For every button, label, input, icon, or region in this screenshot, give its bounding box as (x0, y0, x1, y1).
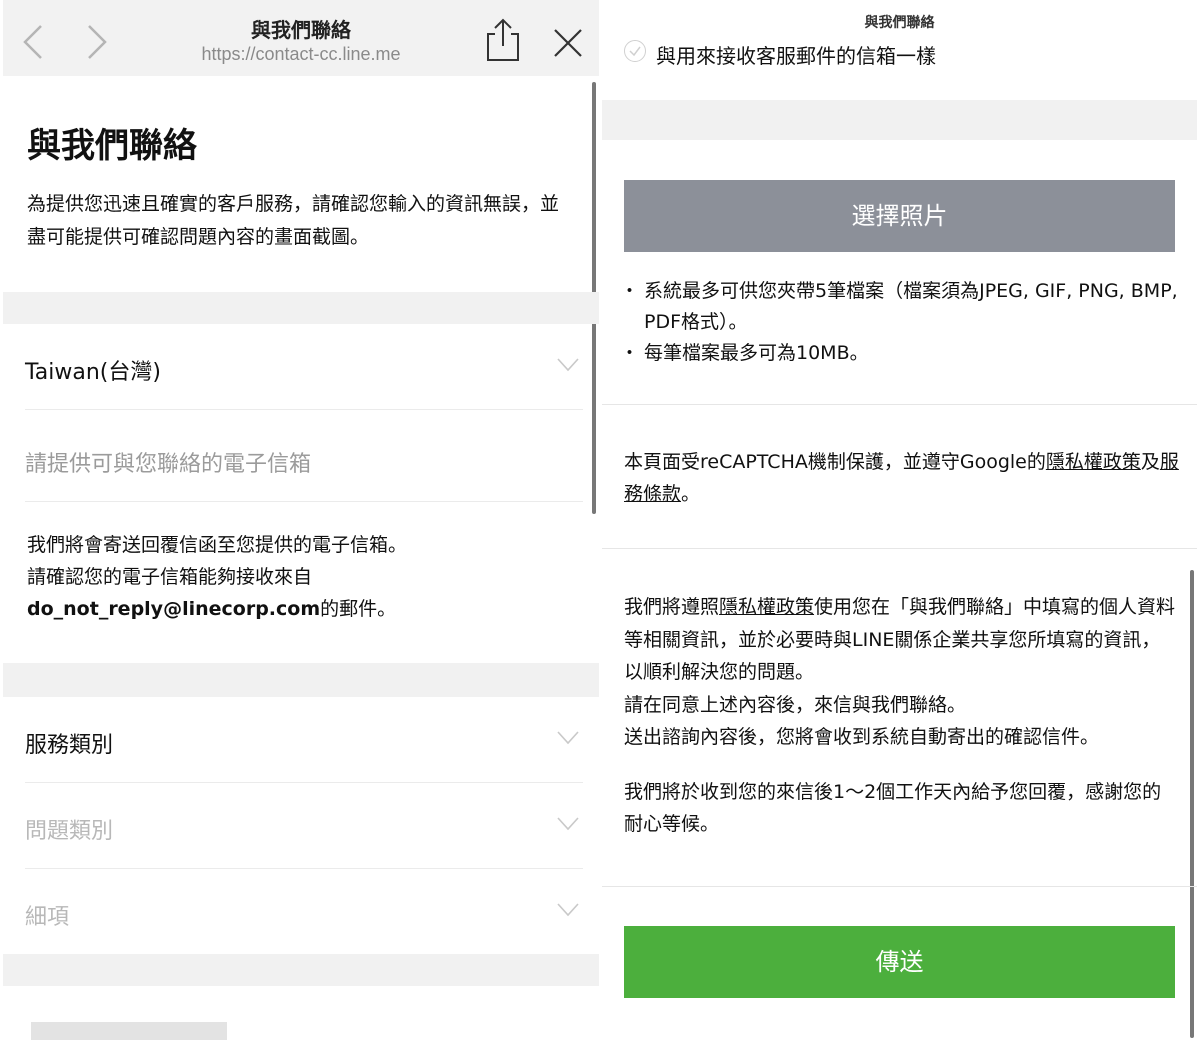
blurred-content (31, 1022, 227, 1040)
chevron-down-icon (557, 817, 579, 831)
privacy-policy-link[interactable]: 隱私權政策 (1046, 451, 1141, 473)
send-button[interactable]: 傳送 (624, 926, 1175, 998)
policy-privacy-link[interactable]: 隱私權政策 (719, 596, 814, 618)
reply-email: do_not_reply@linecorp.com (27, 598, 321, 620)
reply-note: 我們將會寄送回覆信函至您提供的電子信箱。 請確認您的電子信箱能夠接收來自 do_… (27, 529, 587, 625)
select-photo-button[interactable]: 選擇照片 (624, 180, 1175, 252)
email-placeholder: 請提供可與您聯絡的電子信箱 (25, 452, 312, 477)
recaptcha-and: 及 (1140, 451, 1160, 473)
file-notes: 系統最多可供您夾帶5筆檔案（檔案須為JPEG, GIF, PNG, BMP, P… (620, 276, 1188, 369)
policy-paragraph: 我們將遵照隱私權政策使用您在「與我們聯絡」中填寫的個人資料等相關資訊，並於必要時… (624, 591, 1179, 689)
detail-label: 細項 (25, 905, 70, 930)
browser-title-small: 與我們聯絡 (864, 15, 935, 31)
close-icon[interactable] (547, 18, 587, 64)
chevron-down-icon (557, 731, 579, 745)
right-screen: 與我們聯絡 與用來接收客服郵件的信箱一樣 選擇照片 系統最多可供您夾帶5筆檔案（… (602, 0, 1197, 1040)
left-screen: 與我們聯絡 https://contact-cc.line.me 與我們聯絡 為… (3, 0, 599, 1040)
email-field[interactable]: 請提供可與您聯絡的電子信箱 (25, 416, 583, 502)
country-select[interactable]: Taiwan(台灣) (25, 324, 583, 410)
recaptcha-prefix: 本頁面受reCAPTCHA機制保護，並遵守Google的 (624, 451, 1046, 473)
file-note-formats: 系統最多可供您夾帶5筆檔案（檔案須為JPEG, GIF, PNG, BMP, P… (620, 276, 1188, 338)
recaptcha-notice: 本頁面受reCAPTCHA機制保護，並遵守Google的隱私權政策及服務條款。 (624, 446, 1179, 510)
issue-category-select[interactable]: 問題類別 (25, 783, 583, 869)
policy-prefix: 我們將遵照 (624, 596, 720, 618)
page-title: 與我們聯絡 (27, 126, 197, 166)
section-divider (3, 663, 599, 697)
browser-header: 與我們聯絡 與用來接收客服郵件的信箱一樣 (602, 0, 1197, 100)
privacy-statement: 我們將遵照隱私權政策使用您在「與我們聯絡」中填寫的個人資料等相關資訊，並於必要時… (624, 591, 1179, 841)
policy-agree-line: 請在同意上述內容後，來信與我們聯絡。 (624, 693, 967, 716)
chevron-down-icon (557, 358, 579, 372)
reply-note-line2: 請確認您的電子信箱能夠接收來自 (27, 566, 313, 588)
reply-time-note: 我們將於收到您的來信後1～2個工作天內給予您回覆，感謝您的耐心等候。 (624, 780, 1162, 836)
policy-confirm-line: 送出諮詢內容後，您將會收到系統自動寄出的確認信件。 (624, 726, 1100, 748)
recaptcha-suffix: 。 (681, 483, 701, 505)
reply-note-suffix: 的郵件。 (320, 598, 397, 620)
reply-note-line3: do_not_reply@linecorp.com的郵件。 (27, 593, 587, 625)
separator (602, 548, 1197, 549)
browser-toolbar: 與我們聯絡 https://contact-cc.line.me (3, 0, 599, 76)
reply-note-line1: 我們將會寄送回覆信函至您提供的電子信箱。 (27, 534, 408, 556)
same-email-checkbox[interactable] (624, 40, 646, 62)
chevron-down-icon (557, 903, 579, 917)
issue-category-label: 問題類別 (25, 819, 114, 844)
section-divider (602, 100, 1197, 140)
intro-text: 為提供您迅速且確實的客戶服務，請確認您輸入的資訊無誤，並盡可能提供可確認問題內容… (27, 193, 560, 248)
separator (602, 886, 1197, 887)
share-icon[interactable] (483, 18, 523, 64)
service-category-select[interactable]: 服務類別 (25, 697, 583, 783)
file-note-size: 每筆檔案最多可為10MB。 (620, 338, 1188, 369)
scrollbar[interactable] (1190, 570, 1194, 1038)
service-category-label: 服務類別 (25, 733, 114, 758)
same-email-label: 與用來接收客服郵件的信箱一樣 (656, 44, 936, 68)
detail-select[interactable]: 細項 (25, 869, 583, 955)
country-value: Taiwan(台灣) (25, 360, 161, 385)
section-divider (3, 954, 599, 986)
separator (602, 404, 1197, 405)
check-icon (629, 46, 641, 57)
section-divider (3, 292, 599, 324)
